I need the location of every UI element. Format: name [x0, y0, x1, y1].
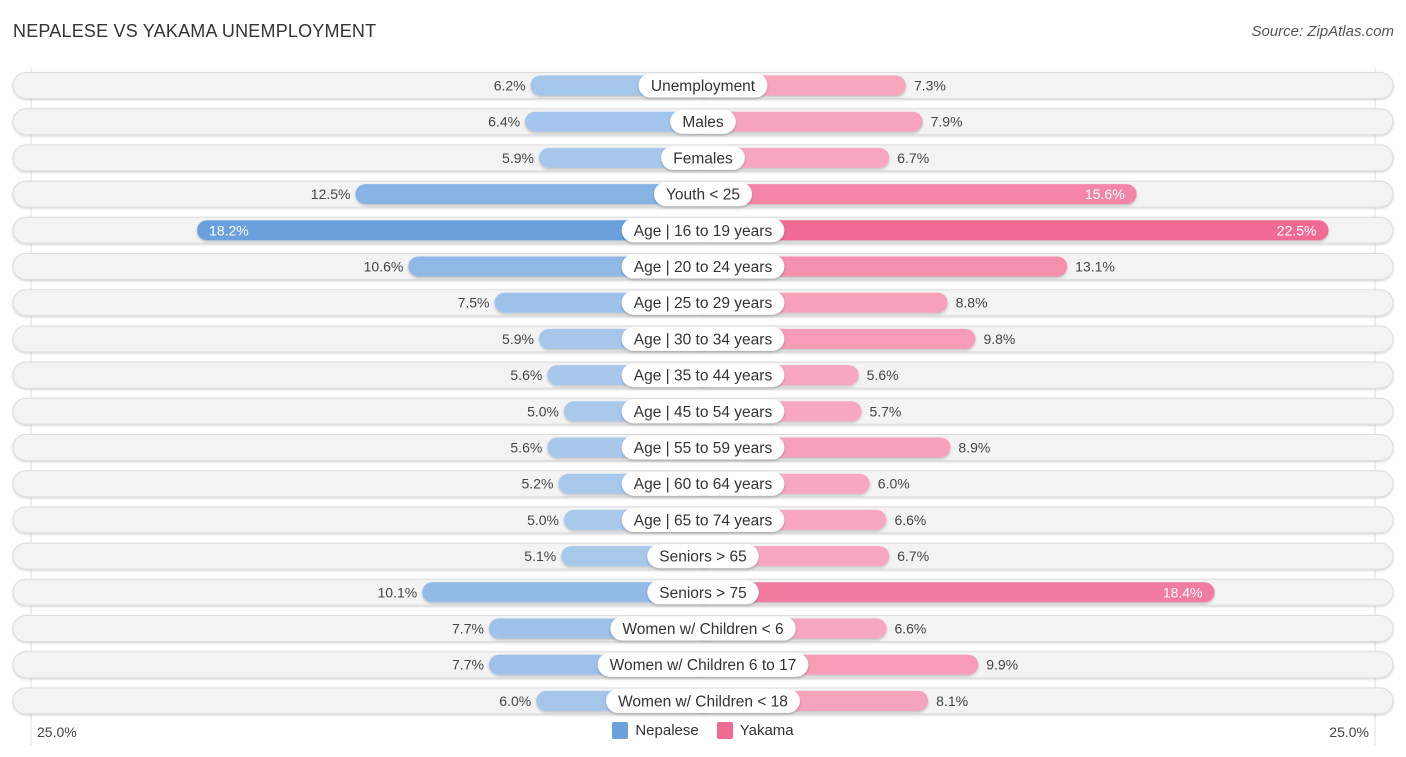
category-label: Women w/ Children < 6 [622, 621, 783, 638]
value-label-yakama: 15.6% [1085, 186, 1125, 202]
value-label-yakama: 9.9% [986, 657, 1018, 673]
chart-row: 5.9% 6.7% Females [12, 144, 1394, 172]
category-label: Age | 60 to 64 years [634, 476, 773, 493]
legend-swatch-yakama [716, 722, 733, 739]
category-label: Seniors > 65 [659, 549, 746, 566]
value-label-nepalese: 12.5% [311, 186, 351, 202]
value-label-yakama: 8.8% [956, 295, 988, 311]
value-label-yakama: 7.3% [914, 78, 946, 94]
value-label-yakama: 22.5% [1277, 222, 1317, 238]
value-label-yakama: 5.6% [867, 367, 899, 383]
value-label-yakama: 6.7% [897, 548, 929, 564]
value-label-yakama: 8.1% [936, 693, 968, 709]
category-label: Unemployment [651, 78, 756, 95]
category-label: Age | 65 to 74 years [634, 512, 773, 529]
category-label: Age | 35 to 44 years [634, 368, 773, 385]
value-label-yakama: 18.4% [1163, 584, 1203, 600]
legend-swatch-nepalese [612, 722, 629, 739]
category-label: Seniors > 75 [659, 585, 746, 602]
chart-row: 5.6% 8.9% Age | 55 to 59 years [12, 434, 1394, 461]
value-label-yakama: 6.6% [894, 512, 926, 528]
category-label: Age | 45 to 54 years [634, 404, 773, 421]
category-label: Age | 16 to 19 years [634, 223, 773, 240]
legend-item-nepalese[interactable]: Nepalese [612, 722, 699, 739]
value-label-nepalese: 7.5% [458, 295, 490, 311]
legend-label-nepalese: Nepalese [635, 722, 699, 739]
chart-row: 7.5% 8.8% Age | 25 to 29 years [12, 289, 1394, 317]
category-label: Women w/ Children 6 to 17 [610, 657, 797, 674]
value-label-yakama: 6.7% [897, 150, 929, 166]
value-label-yakama: 13.1% [1075, 259, 1115, 275]
chart-row: 5.9% 9.8% Age | 30 to 34 years [12, 325, 1394, 353]
chart-row: 5.0% 5.7% Age | 45 to 54 years [12, 397, 1394, 425]
chart-row: 7.7% 6.6% Women w/ Children < 6 [12, 615, 1394, 642]
chart-row: 6.2% 7.3% Unemployment [12, 72, 1394, 99]
bar-yakama[interactable] [693, 184, 1137, 205]
value-label-yakama: 5.7% [869, 403, 901, 419]
value-label-nepalese: 5.6% [510, 367, 542, 383]
chart-row: 12.5% 15.6% Youth < 25 [12, 180, 1394, 208]
chart-row: 5.0% 6.6% Age | 65 to 74 years [12, 506, 1394, 534]
legend: Nepalese Yakama [0, 722, 1406, 739]
value-label-nepalese: 10.1% [378, 584, 418, 600]
category-label: Women w/ Children < 18 [618, 693, 788, 710]
chart-row: 6.4% 7.9% Males [12, 108, 1394, 136]
value-label-yakama: 8.9% [958, 440, 990, 456]
value-label-nepalese: 10.6% [364, 259, 404, 275]
value-label-yakama: 6.0% [878, 476, 910, 492]
value-label-yakama: 6.6% [894, 621, 926, 637]
value-label-yakama: 7.9% [931, 114, 963, 130]
chart-row: 5.1% 6.7% Seniors > 65 [12, 542, 1394, 570]
value-label-nepalese: 6.4% [488, 114, 520, 130]
value-label-nepalese: 5.1% [524, 548, 556, 564]
value-label-yakama: 9.8% [983, 331, 1015, 347]
chart-row: 5.2% 6.0% Age | 60 to 64 years [12, 470, 1394, 498]
chart-row: 7.7% 9.9% Women w/ Children 6 to 17 [12, 651, 1394, 679]
category-label: Age | 55 to 59 years [634, 440, 773, 457]
chart-plot: 6.2% 7.3% Unemployment 6.4% 7.9% Males 5.9% 6.7… [12, 68, 1394, 745]
category-label: Males [682, 114, 724, 131]
value-label-nepalese: 5.0% [527, 403, 559, 419]
category-label: Age | 30 to 34 years [634, 331, 773, 348]
value-label-nepalese: 5.0% [527, 512, 559, 528]
value-label-nepalese: 5.6% [510, 440, 542, 456]
chart-row: 5.6% 5.6% Age | 35 to 44 years [12, 361, 1394, 389]
chart-row: 10.6% 13.1% Age | 20 to 24 years [12, 253, 1394, 280]
value-label-nepalese: 6.2% [494, 78, 526, 94]
value-label-nepalese: 6.0% [499, 693, 531, 709]
bar-yakama[interactable] [693, 220, 1329, 241]
chart-row: 18.2% 22.5% Age | 16 to 19 years [12, 216, 1394, 244]
value-label-nepalese: 5.2% [522, 476, 554, 492]
legend-item-yakama[interactable]: Yakama [716, 722, 794, 739]
legend-label-yakama: Yakama [739, 722, 794, 739]
value-label-nepalese: 5.9% [502, 331, 534, 347]
bar-yakama[interactable] [693, 582, 1215, 603]
value-label-nepalese: 18.2% [209, 222, 249, 238]
category-label: Females [673, 150, 733, 167]
chart-row: 10.1% 18.4% Seniors > 75 [12, 578, 1394, 606]
value-label-nepalese: 7.7% [452, 657, 484, 673]
value-label-nepalese: 7.7% [452, 621, 484, 637]
value-label-nepalese: 5.9% [502, 150, 534, 166]
category-label: Youth < 25 [666, 187, 740, 204]
category-label: Age | 20 to 24 years [634, 259, 773, 276]
chart-row: 6.0% 8.1% Women w/ Children < 18 [12, 687, 1394, 715]
category-label: Age | 25 to 29 years [634, 295, 773, 312]
